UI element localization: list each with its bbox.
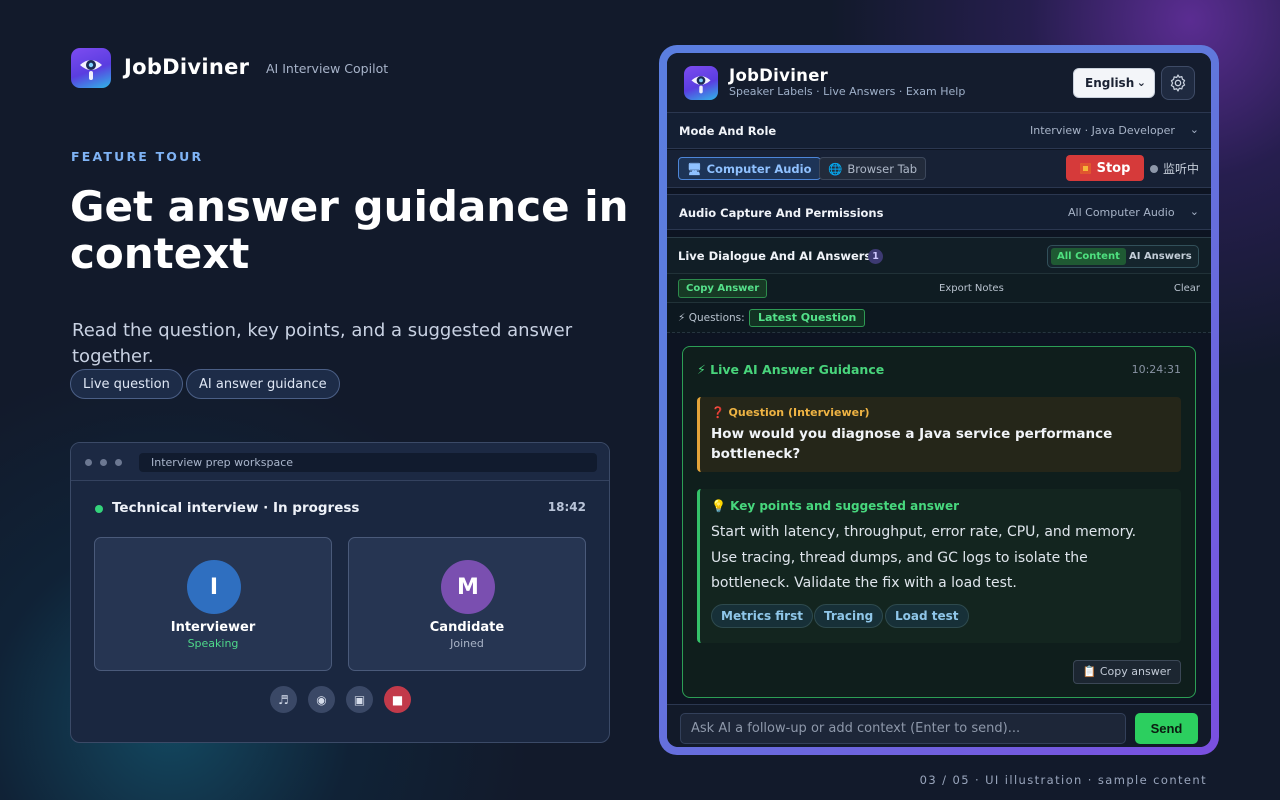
- key-points-text: Start with latency, throughput, error ra…: [711, 524, 1137, 591]
- globe-icon: 🌐: [828, 161, 843, 176]
- listening-status: 监听中: [1163, 162, 1200, 176]
- key-points-box: 💡 Key points and suggested answer Start …: [697, 489, 1181, 643]
- question-text: How would you diagnose a Java service pe…: [711, 426, 1113, 462]
- copilot-panel-frame: JobDiviner Speaker Labels · Live Answers…: [659, 45, 1219, 755]
- tag-metrics-first: Metrics first: [711, 604, 813, 628]
- live-status-dot: [95, 505, 103, 513]
- follow-up-input[interactable]: [680, 713, 1126, 744]
- key-points-label: 💡 Key points and suggested answer: [711, 499, 960, 513]
- window-dot: [100, 459, 107, 466]
- window-dot: [115, 459, 122, 466]
- eye-logo-icon: [80, 60, 102, 80]
- copilot-panel: JobDiviner Speaker Labels · Live Answers…: [667, 53, 1211, 747]
- page-headline: Get answer guidance in context: [70, 182, 629, 278]
- dialogue-header: Live Dialogue And AI Answers 1 All Conte…: [667, 237, 1211, 273]
- page-lede: Read the question, key points, and a sug…: [72, 320, 573, 367]
- participant-name: Interviewer: [170, 620, 256, 635]
- audio-capture-label: Audio Capture And Permissions: [679, 206, 884, 220]
- participant-tile-candidate: M Candidate Joined: [348, 537, 586, 671]
- chevron-down-icon: ⌄: [1136, 76, 1146, 89]
- participant-state: Speaking: [187, 637, 239, 650]
- language-select[interactable]: English ⌄: [1073, 68, 1155, 98]
- question-label: ❓ Question (Interviewer): [711, 406, 870, 419]
- record-icon[interactable]: ◉: [308, 686, 335, 713]
- chevron-down-icon: ⌄: [1189, 123, 1199, 136]
- questions-label: ⚡ Questions:: [678, 312, 745, 324]
- stop-icon[interactable]: ■: [384, 686, 411, 713]
- gear-icon: [1170, 74, 1186, 92]
- chip-live-question[interactable]: Live question: [70, 369, 183, 399]
- panel-title: JobDiviner: [729, 66, 829, 85]
- mode-role-row[interactable]: Mode And Role Interview · Java Developer…: [667, 113, 1211, 149]
- workspace-titlebar: Interview prep workspace: [71, 443, 609, 481]
- answer-timestamp: 10:24:31: [1131, 363, 1181, 376]
- settings-button[interactable]: [1161, 66, 1195, 100]
- brand-name: JobDiviner: [124, 55, 250, 79]
- language-value: English: [1085, 76, 1135, 90]
- audio-capture-value: All Computer Audio: [1068, 206, 1175, 219]
- questions-row: ⚡ Questions: Latest Question: [667, 303, 1211, 333]
- participant-name: Candidate: [429, 620, 505, 635]
- avatar: I: [187, 560, 241, 614]
- avatar: M: [441, 560, 495, 614]
- participant-tile-interviewer: I Interviewer Speaking: [94, 537, 332, 671]
- filter-all-content[interactable]: All Content: [1051, 248, 1126, 265]
- eyebrow-label: FEATURE TOUR: [71, 149, 204, 164]
- chat-input-row: Send: [667, 704, 1211, 747]
- brand-logo: [71, 48, 111, 88]
- clear-button[interactable]: Clear: [1174, 283, 1200, 294]
- question-box: ❓ Question (Interviewer) How would you d…: [697, 397, 1181, 472]
- answer-card: ⚡ Live AI Answer Guidance 10:24:31 ❓ Que…: [682, 346, 1196, 698]
- panel-header: JobDiviner Speaker Labels · Live Answers…: [667, 53, 1211, 113]
- mode-role-label: Mode And Role: [679, 124, 777, 138]
- workspace-address: Interview prep workspace: [139, 453, 597, 472]
- panel-logo: [684, 66, 718, 100]
- music-icon[interactable]: ♬: [270, 686, 297, 713]
- browser-tab-button[interactable]: 🌐 Browser Tab: [819, 157, 927, 180]
- answer-card-title: ⚡ Live AI Answer Guidance: [697, 362, 885, 377]
- brand-tagline: AI Interview Copilot: [266, 61, 389, 76]
- participant-state: Joined: [450, 637, 484, 650]
- latest-question-button[interactable]: Latest Question: [749, 309, 866, 327]
- audio-capture-row[interactable]: Audio Capture And Permissions All Comput…: [667, 194, 1211, 230]
- browser-tab-label: Browser Tab: [847, 161, 918, 176]
- screen-icon[interactable]: ▣: [346, 686, 373, 713]
- listening-dot: [1150, 165, 1158, 173]
- chevron-down-icon: ⌄: [1189, 205, 1199, 218]
- computer-audio-button[interactable]: 🖥 Computer Audio: [678, 157, 821, 180]
- mode-role-value: Interview · Java Developer: [1030, 124, 1175, 137]
- dialogue-count-badge: 1: [868, 249, 883, 264]
- footer-caption: 03 / 05 · UI illustration · sample conte…: [919, 773, 1207, 787]
- tag-tracing: Tracing: [814, 604, 884, 628]
- panel-subtitle: Speaker Labels · Live Answers · Exam Hel…: [729, 85, 966, 98]
- copy-answer-button[interactable]: Copy Answer: [678, 279, 768, 298]
- dialogue-actions: Copy Answer Export Notes Clear: [667, 273, 1211, 303]
- stop-button[interactable]: Stop: [1066, 155, 1144, 181]
- stop-label: Stop: [1096, 160, 1131, 176]
- chip-ai-answer-guidance[interactable]: AI answer guidance: [186, 369, 340, 399]
- interview-timer: 18:42: [547, 500, 586, 514]
- export-notes-button[interactable]: Export Notes: [939, 283, 1004, 294]
- audio-source-row: 🖥 Computer Audio 🌐 Browser Tab Stop 监听中: [667, 150, 1211, 188]
- copy-answer-small-button[interactable]: 📋 Copy answer: [1072, 660, 1181, 684]
- dialogue-label: Live Dialogue And AI Answers: [678, 249, 872, 263]
- stop-icon: [1079, 162, 1091, 174]
- send-button[interactable]: Send: [1135, 713, 1198, 744]
- workspace-preview: Interview prep workspace Technical inter…: [70, 442, 610, 743]
- monitor-icon: 🖥: [687, 161, 702, 176]
- computer-audio-label: Computer Audio: [706, 161, 812, 176]
- tag-load-test: Load test: [885, 604, 969, 628]
- interview-status: Technical interview · In progress: [112, 500, 360, 516]
- window-dot: [85, 459, 92, 466]
- filter-ai-answers[interactable]: AI Answers: [1129, 248, 1192, 265]
- dialogue-filter: All Content AI Answers: [1047, 245, 1199, 268]
- eye-logo-icon: [691, 76, 711, 94]
